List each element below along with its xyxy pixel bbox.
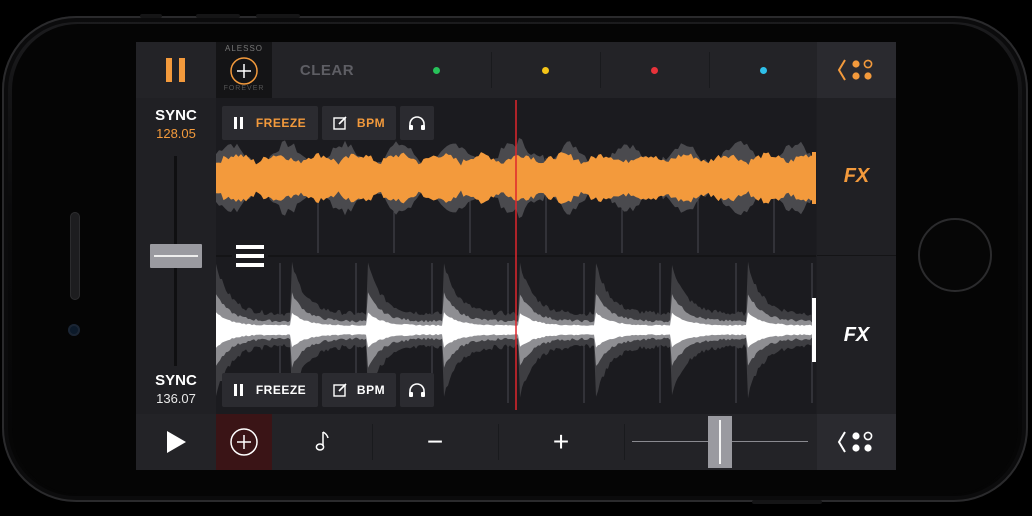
deck-a-sync-label: SYNC [155,107,197,124]
cue-dot-red [651,66,658,74]
deck-a-waveform-edge [812,152,816,204]
headphones-icon [409,383,425,397]
deck-b-menu-button[interactable] [817,414,896,470]
cue-dot-yellow [542,66,549,74]
waveform-area[interactable] [216,98,816,414]
plus-circle-icon [230,428,258,456]
hamburger-icon [236,245,264,267]
crossfader-handle[interactable] [150,244,202,268]
deck-a-freeze-button[interactable]: FREEZE [222,106,318,140]
chevron-dots-icon [837,59,872,81]
pitch-plus-button[interactable]: + [498,414,624,470]
deck-a-freeze-label: FREEZE [255,116,307,130]
deck-b-fx-button[interactable]: FX [817,256,896,414]
play-button[interactable] [136,414,216,470]
deck-a-bpm-button[interactable]: BPM [322,106,396,140]
earpiece-speaker [70,212,80,300]
plus-circle-icon [230,57,258,85]
pause-icon [233,384,243,396]
deck-b-sync-label: SYNC [155,372,197,389]
deck-a-bpm-value: 128.05 [156,126,196,141]
deck-menu-button[interactable] [232,240,268,272]
deck-b-headphones-button[interactable] [400,373,434,407]
deck-a-bpm-button-label: BPM [356,116,386,130]
phone-side-button [752,500,822,504]
clear-cues-button[interactable]: CLEAR [272,42,382,98]
deck-a-fx-button[interactable]: FX [817,98,896,256]
deck-b-bpm-button[interactable]: BPM [322,373,396,407]
waveform-canvas [216,100,816,410]
deck-a-fx-label: FX [843,165,870,187]
edit-icon [333,116,347,130]
home-button[interactable] [918,218,992,292]
phone-side-button [196,14,240,18]
deck-b-freeze-button[interactable]: FREEZE [222,373,318,407]
deck-b-freeze-label: FREEZE [255,383,307,397]
album-artist-text: ALESSO [224,44,263,53]
deck-b-waveform-edge [812,298,816,362]
cue-dot-green [433,66,440,74]
deck-b-sync-button[interactable]: SYNC 136.07 [136,366,216,412]
deck-b-bpm-value: 136.07 [156,391,196,406]
divider [600,52,601,88]
deck-a-headphones-button[interactable] [400,106,434,140]
headphones-icon [409,116,425,130]
phone-side-button [140,14,162,18]
pitch-slider-handle-line [719,420,721,464]
chevron-dots-icon [837,431,872,453]
deck-b-bpm-button-label: BPM [356,383,386,397]
deck-a-sync-button[interactable]: SYNC 128.05 [136,100,216,148]
crossfader-handle-line [154,255,198,257]
deck-a-menu-button[interactable] [817,42,896,98]
deck-b-fx-label: FX [843,323,870,346]
edit-icon [333,383,347,397]
pitch-minus-button[interactable]: − [372,414,498,470]
cue-dot-blue [759,66,767,74]
pause-button[interactable] [136,42,216,98]
divider [491,52,492,88]
pause-icon [233,117,243,129]
pause-icon [166,58,185,82]
cue-point-2-button[interactable] [491,42,600,98]
music-note-icon [315,431,329,451]
front-camera [68,324,80,336]
cue-point-4-button[interactable] [709,42,817,98]
app-screen: ALESSO FOREVER CLEAR SYNC 128.05 SYNC 13… [136,42,896,470]
play-icon [167,431,186,453]
album-title-text: FOREVER [223,85,265,92]
pitch-slider-handle[interactable] [708,416,732,468]
deck-b-album-art[interactable] [216,414,272,470]
beat-sync-button[interactable] [272,414,372,470]
cue-point-1-button[interactable] [382,42,491,98]
divider [624,424,625,460]
deck-a-album-art[interactable]: ALESSO FOREVER [216,42,272,98]
divider [709,52,710,88]
phone-side-button [256,14,300,18]
cue-point-3-button[interactable] [600,42,709,98]
